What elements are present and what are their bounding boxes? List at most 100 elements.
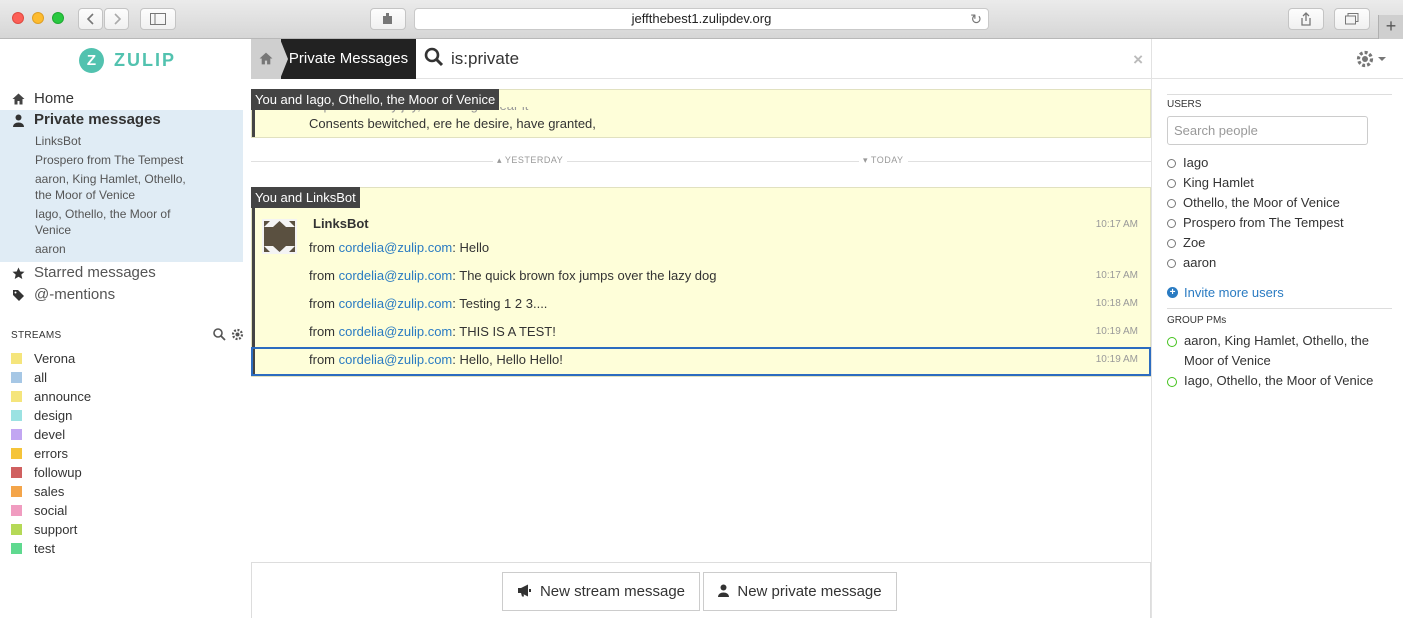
user-name: Iago bbox=[1183, 155, 1209, 170]
stream-name: followup bbox=[34, 465, 82, 480]
pm-conversation-item[interactable]: LinksBot bbox=[35, 133, 81, 149]
email-link[interactable]: cordelia@zulip.com bbox=[339, 324, 453, 339]
home-icon bbox=[259, 52, 273, 65]
sender-name[interactable]: LinksBot bbox=[313, 216, 369, 231]
extension-button[interactable] bbox=[370, 8, 406, 30]
email-link[interactable]: cordelia@zulip.com bbox=[339, 268, 453, 283]
new-tab-button[interactable]: + bbox=[1378, 15, 1403, 39]
stream-color-swatch bbox=[11, 372, 22, 383]
nav-mentions[interactable]: @-mentions bbox=[0, 286, 243, 306]
search-icon[interactable] bbox=[424, 47, 446, 69]
message-prefix: from bbox=[309, 268, 339, 283]
new-private-message-button[interactable]: New private message bbox=[703, 572, 897, 611]
user-item[interactable]: aaron bbox=[1167, 255, 1216, 270]
user-name: Prospero from The Tempest bbox=[1183, 215, 1344, 230]
pm-conversation-item[interactable]: Prospero from The Tempest bbox=[35, 152, 183, 168]
stream-item[interactable]: followup bbox=[11, 463, 82, 482]
pm-conversation-item[interactable]: aaron bbox=[35, 241, 66, 257]
selected-message-pointer bbox=[251, 347, 1151, 376]
user-item[interactable]: Othello, the Moor of Venice bbox=[1167, 195, 1340, 210]
nav-home-label: Home bbox=[34, 90, 75, 107]
email-link[interactable]: cordelia@zulip.com bbox=[339, 240, 453, 255]
stream-color-swatch bbox=[11, 410, 22, 421]
minimize-window-button[interactable] bbox=[32, 12, 44, 24]
browser-toolbar: jeffthebest1.zulipdev.org ↻ + bbox=[0, 0, 1403, 39]
user-icon bbox=[718, 584, 730, 600]
stream-item[interactable]: test bbox=[11, 539, 55, 558]
stream-name: support bbox=[34, 522, 78, 537]
group-pms-header: GROUP PMs bbox=[1167, 315, 1227, 326]
stream-name: test bbox=[34, 541, 55, 556]
zoom-window-button[interactable] bbox=[52, 12, 64, 24]
stream-item[interactable]: announce bbox=[11, 387, 91, 406]
stream-item[interactable]: social bbox=[11, 501, 67, 520]
recipient-bar[interactable]: You and Iago, Othello, the Moor of Venic… bbox=[251, 89, 500, 110]
search-input[interactable]: is:private bbox=[451, 49, 519, 69]
share-button[interactable] bbox=[1288, 8, 1324, 30]
user-item[interactable]: Iago bbox=[1167, 155, 1208, 170]
stream-color-swatch bbox=[11, 391, 22, 402]
pm-conversation-item[interactable]: Iago, Othello, the Moor of Venice bbox=[35, 206, 185, 238]
stream-item[interactable]: design bbox=[11, 406, 72, 425]
message-timestamp[interactable]: 10:17 AM bbox=[1096, 219, 1138, 230]
stream-item[interactable]: errors bbox=[11, 444, 68, 463]
email-link[interactable]: cordelia@zulip.com bbox=[339, 296, 453, 311]
private-messages-tab[interactable]: Private Messages bbox=[280, 39, 416, 79]
nav-private-messages[interactable]: Private messages bbox=[0, 111, 243, 131]
group-pm-label: aaron, King Hamlet, Othello, the Moor of… bbox=[1184, 333, 1369, 368]
zulip-logo[interactable]: Z ZULIP bbox=[79, 47, 176, 73]
address-bar[interactable]: jeffthebest1.zulipdev.org ↻ bbox=[414, 8, 989, 30]
sidebar-toggle-button[interactable] bbox=[140, 8, 176, 30]
users-header: USERS bbox=[1167, 99, 1202, 110]
nav-home[interactable]: Home bbox=[0, 90, 243, 110]
group-pm-label: Iago, Othello, the Moor of Venice bbox=[1184, 373, 1374, 388]
date-divider bbox=[251, 161, 1151, 162]
stream-color-swatch bbox=[11, 543, 22, 554]
group-pm-item[interactable]: aaron, King Hamlet, Othello, the Moor of… bbox=[1167, 331, 1382, 371]
group-pm-item[interactable]: Iago, Othello, the Moor of Venice bbox=[1167, 371, 1392, 391]
reload-icon[interactable]: ↻ bbox=[970, 9, 982, 29]
status-circle-icon bbox=[1167, 159, 1176, 168]
settings-gear-icon[interactable] bbox=[1355, 49, 1387, 75]
message-text: : Hello bbox=[452, 240, 490, 255]
message-prefix: from bbox=[309, 324, 339, 339]
close-window-button[interactable] bbox=[12, 12, 24, 24]
message-timestamp[interactable]: 10:18 AM bbox=[1096, 298, 1138, 309]
status-circle-icon bbox=[1167, 179, 1176, 188]
message-list: Impatient of my joy, that I might hear i… bbox=[251, 79, 1151, 618]
forward-button[interactable] bbox=[104, 8, 129, 30]
invite-users-label: Invite more users bbox=[1184, 285, 1284, 300]
stream-color-swatch bbox=[11, 505, 22, 516]
stream-search-icon[interactable] bbox=[213, 328, 226, 346]
invite-users-link[interactable]: + Invite more users bbox=[1167, 285, 1284, 300]
clear-search-icon[interactable]: × bbox=[1133, 50, 1143, 70]
message-text: : THIS IS A TEST! bbox=[452, 324, 556, 339]
stream-item[interactable]: Verona bbox=[11, 349, 75, 368]
tag-icon bbox=[11, 289, 25, 305]
avatar[interactable] bbox=[262, 219, 297, 254]
user-item[interactable]: Zoe bbox=[1167, 235, 1205, 250]
new-stream-message-button[interactable]: New stream message bbox=[502, 572, 700, 611]
message-timestamp[interactable]: 10:17 AM bbox=[1096, 270, 1138, 281]
message-timestamp[interactable]: 10:19 AM bbox=[1096, 326, 1138, 337]
pm-conversation-item[interactable]: aaron, King Hamlet, Othello, the Moor of… bbox=[35, 171, 195, 203]
nav-mentions-label: @-mentions bbox=[34, 286, 116, 303]
active-status-icon bbox=[1167, 377, 1177, 387]
left-sidebar: Z ZULIP Home Private messages LinksBot P… bbox=[0, 39, 251, 618]
user-item[interactable]: King Hamlet bbox=[1167, 175, 1254, 190]
message-content: from cordelia@zulip.com: THIS IS A TEST! bbox=[309, 324, 556, 339]
user-name: Zoe bbox=[1183, 235, 1206, 250]
stream-settings-gear-icon[interactable] bbox=[231, 328, 244, 346]
home-tab[interactable] bbox=[251, 39, 281, 79]
search-people-input[interactable]: Search people bbox=[1167, 116, 1368, 145]
stream-item[interactable]: support bbox=[11, 520, 77, 539]
stream-item[interactable]: devel bbox=[11, 425, 65, 444]
nav-starred[interactable]: Starred messages bbox=[0, 264, 243, 284]
stream-item[interactable]: sales bbox=[11, 482, 64, 501]
user-item[interactable]: Prospero from The Tempest bbox=[1167, 215, 1344, 230]
message-content: from cordelia@zulip.com: Hello bbox=[309, 240, 489, 255]
stream-item[interactable]: all bbox=[11, 368, 47, 387]
tabs-overview-button[interactable] bbox=[1334, 8, 1370, 30]
recipient-bar[interactable]: You and LinksBot bbox=[251, 187, 360, 208]
back-button[interactable] bbox=[78, 8, 103, 30]
